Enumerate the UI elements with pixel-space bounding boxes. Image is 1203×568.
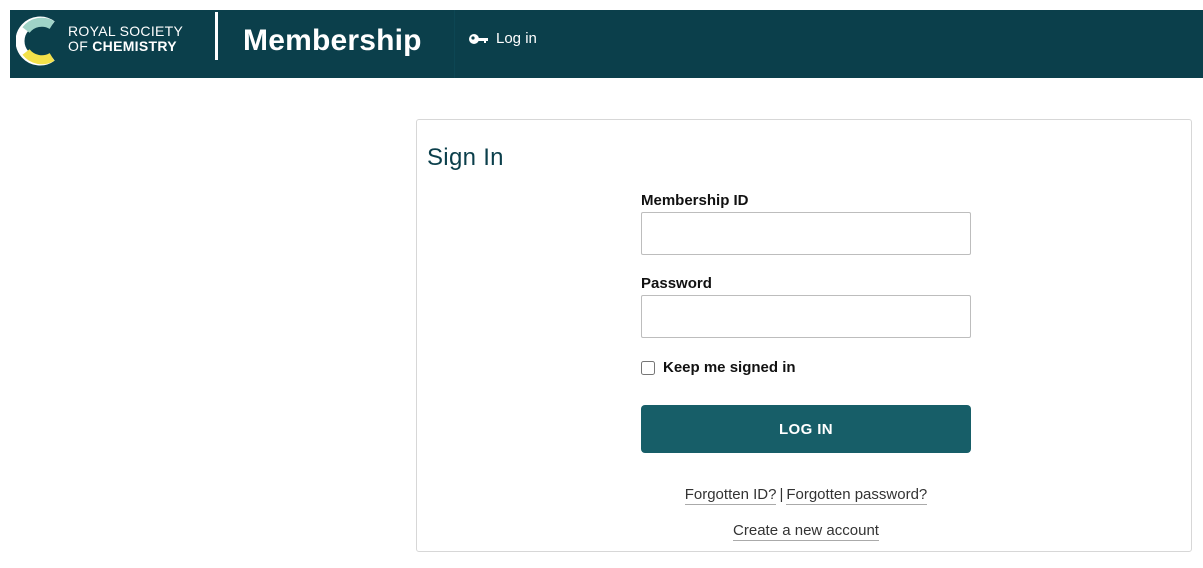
password-input[interactable] (641, 295, 971, 338)
header-login-link[interactable]: Log in (468, 30, 537, 47)
forgotten-id-link[interactable]: Forgotten ID? (684, 486, 777, 505)
membership-id-input[interactable] (641, 212, 971, 255)
rsc-logo-icon (16, 16, 55, 66)
login-button[interactable]: LOG IN (641, 405, 971, 453)
sign-in-card: Sign In Membership ID Password Keep me s… (416, 119, 1192, 552)
site-title[interactable]: Membership (243, 24, 422, 58)
logo-divider (215, 12, 218, 60)
nav-separator (454, 10, 455, 78)
password-label: Password (641, 275, 712, 292)
header-login-label: Log in (496, 30, 537, 47)
forgotten-links: Forgotten ID? | Forgotten password? (641, 486, 971, 505)
logo-line-2-prefix: OF (68, 38, 89, 54)
logo-wordmark: ROYAL SOCIETY OF CHEMISTRY (68, 24, 183, 54)
top-navigation-bar: ROYAL SOCIETY OF CHEMISTRY Membership Lo… (10, 10, 1203, 78)
keep-signed-in-row[interactable]: Keep me signed in (641, 359, 796, 376)
forgotten-password-link[interactable]: Forgotten password? (786, 486, 928, 505)
logo-line-2-bold: CHEMISTRY (92, 38, 177, 54)
keep-signed-in-checkbox[interactable] (641, 360, 655, 375)
page-title: Sign In (427, 144, 504, 171)
membership-id-label: Membership ID (641, 192, 749, 209)
key-icon (469, 33, 488, 44)
create-account-row: Create a new account (641, 522, 971, 541)
logo-line-1: ROYAL SOCIETY (68, 23, 184, 39)
keep-signed-in-label: Keep me signed in (663, 359, 796, 376)
logo-line-2: OF CHEMISTRY (68, 39, 183, 54)
link-separator: | (779, 486, 784, 503)
create-account-link[interactable]: Create a new account (733, 522, 879, 541)
